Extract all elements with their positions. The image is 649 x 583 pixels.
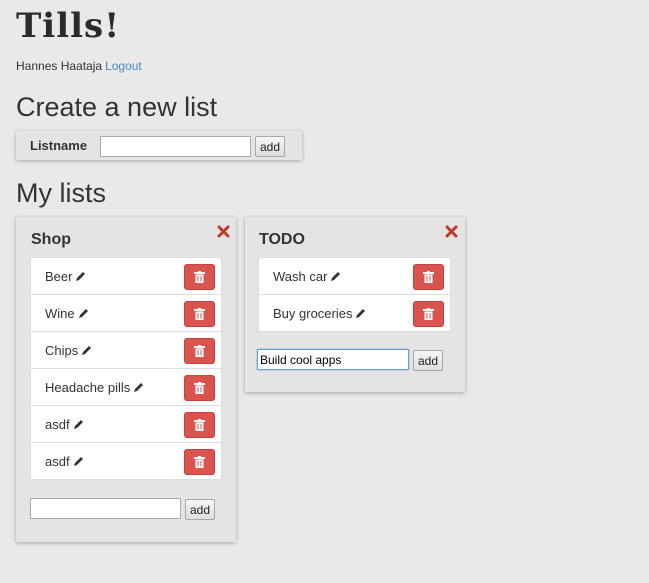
close-icon[interactable]: [217, 225, 230, 238]
list-card-todo: TODO Wash car Buy groceries add: [245, 217, 465, 392]
my-lists-title: My lists: [16, 178, 106, 208]
user-bar: Hannes Haataja Logout: [16, 59, 142, 73]
username: Hannes Haataja: [16, 59, 103, 73]
app-title: Tills!: [16, 6, 121, 46]
listname-label: Listname: [30, 138, 88, 153]
trash-icon: [194, 382, 205, 394]
pencil-icon[interactable]: [78, 308, 89, 319]
new-item-input[interactable]: [257, 349, 409, 370]
list-title: TODO: [259, 231, 305, 248]
list-item: Beer: [31, 258, 221, 295]
add-item-button[interactable]: add: [413, 350, 444, 371]
pencil-icon[interactable]: [81, 345, 92, 356]
trash-icon: [194, 271, 205, 283]
listname-input[interactable]: [100, 136, 251, 157]
item-label[interactable]: Wine: [45, 306, 89, 321]
delete-item-button[interactable]: [184, 412, 215, 438]
create-list-add-button[interactable]: add: [255, 136, 286, 157]
create-list-title: Create a new list: [16, 92, 218, 122]
delete-item-button[interactable]: [184, 301, 215, 327]
item-label[interactable]: Beer: [45, 269, 86, 284]
item-list: Wash car Buy groceries: [258, 257, 451, 332]
delete-item-button[interactable]: [184, 375, 215, 401]
delete-item-button[interactable]: [184, 264, 215, 290]
item-label[interactable]: Headache pills: [45, 380, 144, 395]
item-list: Beer Wine Chips Headache pills asdf asdf: [30, 257, 222, 480]
item-label[interactable]: asdf: [45, 417, 84, 432]
item-label[interactable]: asdf: [45, 454, 84, 469]
trash-icon: [423, 308, 434, 320]
trash-icon: [194, 456, 205, 468]
create-list-form: Listname add: [16, 131, 302, 160]
delete-item-button[interactable]: [413, 301, 444, 327]
item-label[interactable]: Wash car: [273, 269, 341, 284]
logout-link[interactable]: Logout: [105, 59, 142, 73]
list-item: asdf: [31, 406, 221, 443]
add-item-button[interactable]: add: [185, 499, 216, 520]
trash-icon: [194, 308, 205, 320]
list-item: asdf: [31, 443, 221, 480]
list-title: Shop: [31, 231, 71, 248]
trash-icon: [423, 271, 434, 283]
pencil-icon[interactable]: [330, 271, 341, 282]
delete-item-button[interactable]: [184, 338, 215, 364]
delete-item-button[interactable]: [184, 449, 215, 475]
new-item-input[interactable]: [30, 498, 181, 519]
list-item: Wash car: [259, 258, 450, 295]
pencil-icon[interactable]: [133, 382, 144, 393]
list-item: Wine: [31, 295, 221, 332]
pencil-icon[interactable]: [355, 308, 366, 319]
pencil-icon[interactable]: [73, 456, 84, 467]
item-label[interactable]: Buy groceries: [273, 306, 366, 321]
list-card-shop: Shop Beer Wine Chips Headache pills asdf…: [16, 217, 236, 542]
list-item: Chips: [31, 332, 221, 369]
close-icon[interactable]: [445, 225, 458, 238]
item-label[interactable]: Chips: [45, 343, 92, 358]
pencil-icon[interactable]: [75, 271, 86, 282]
list-item: Buy groceries: [259, 295, 450, 332]
trash-icon: [194, 345, 205, 357]
pencil-icon[interactable]: [73, 419, 84, 430]
list-item: Headache pills: [31, 369, 221, 406]
trash-icon: [194, 419, 205, 431]
delete-item-button[interactable]: [413, 264, 444, 290]
